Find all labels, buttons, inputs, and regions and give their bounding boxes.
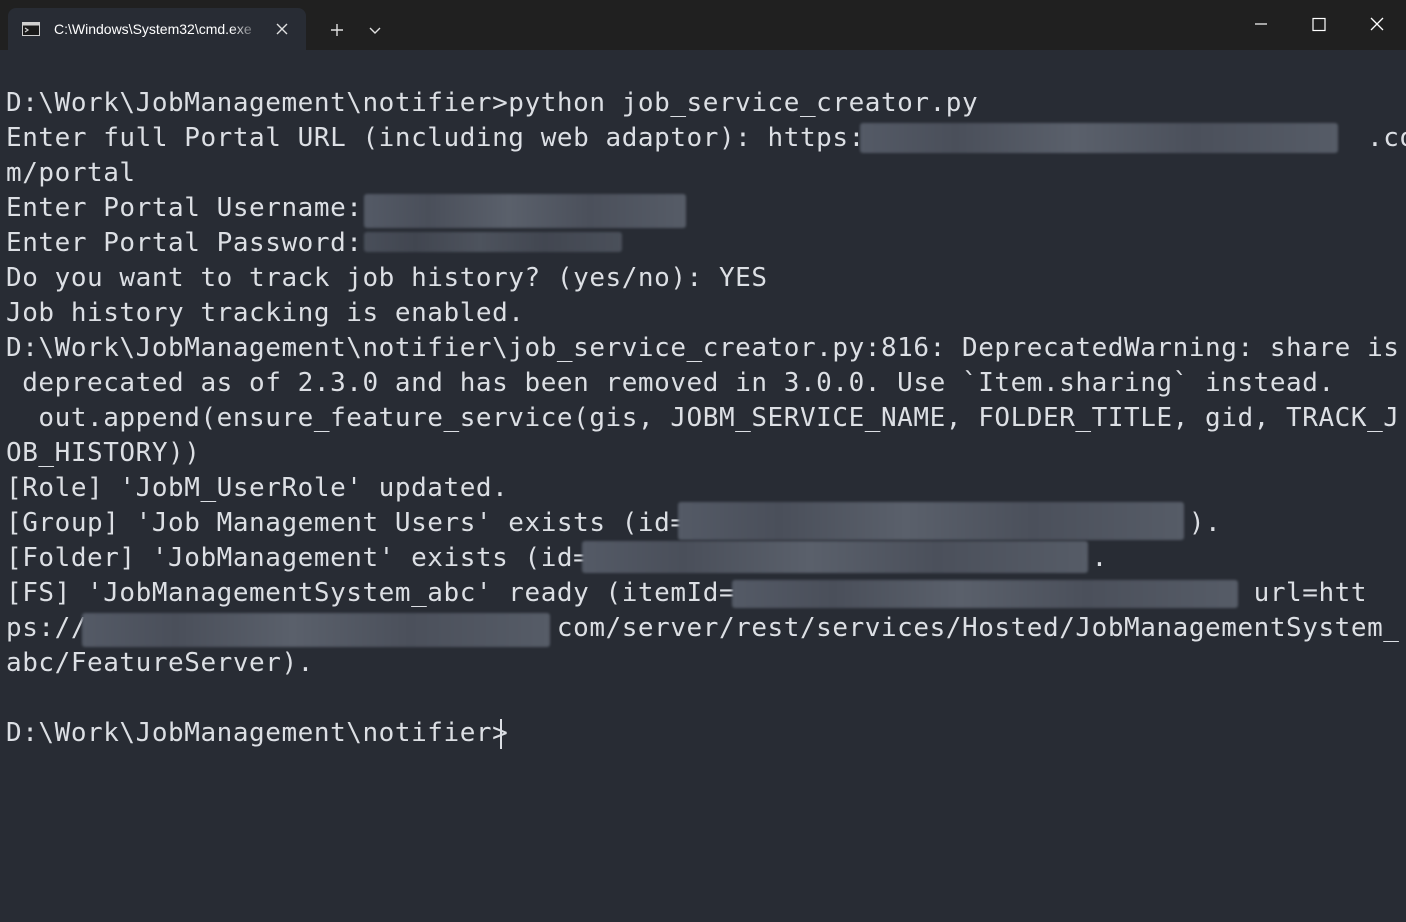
terminal-line: D:\Work\JobManagement\notifier> xyxy=(6,718,509,748)
redacted-portal-url xyxy=(860,123,1338,153)
close-icon[interactable] xyxy=(1348,0,1406,50)
terminal-line: [Role] 'JobM_UserRole' updated. xyxy=(6,473,509,503)
terminal-line: D:\Work\JobManagement\notifier\job_servi… xyxy=(6,333,1400,363)
redacted-server-host xyxy=(82,613,550,647)
terminal-window: C:\Windows\System32\cmd.exe D:\Work\JobM… xyxy=(0,0,1406,922)
redacted-group-id xyxy=(678,502,1184,540)
maximize-icon[interactable] xyxy=(1290,0,1348,50)
terminal-line: Enter Portal Password: xyxy=(6,228,379,258)
terminal-output[interactable]: D:\Work\JobManagement\notifier>python jo… xyxy=(6,86,1406,751)
redacted-password xyxy=(364,232,622,252)
minimize-icon[interactable] xyxy=(1232,0,1290,50)
terminal-line: Do you want to track job history? (yes/n… xyxy=(6,263,768,293)
terminal-line: deprecated as of 2.3.0 and has been remo… xyxy=(6,368,1335,398)
tab-title: C:\Windows\System32\cmd.exe xyxy=(54,21,252,37)
console-icon xyxy=(22,22,40,36)
terminal-line: OB_HISTORY)) xyxy=(6,438,201,468)
title-bar[interactable]: C:\Windows\System32\cmd.exe xyxy=(0,0,1406,50)
close-tab-icon[interactable] xyxy=(274,21,290,37)
redacted-folder-id xyxy=(582,541,1088,573)
terminal-line: Job history tracking is enabled. xyxy=(6,298,525,328)
text-cursor xyxy=(500,719,502,749)
terminal-line: abc/FeatureServer). xyxy=(6,648,314,678)
chevron-down-icon[interactable] xyxy=(360,15,390,45)
terminal-line: out.append(ensure_feature_service(gis, J… xyxy=(6,403,1400,433)
tab-cmd[interactable]: C:\Windows\System32\cmd.exe xyxy=(8,8,306,50)
terminal-line: Enter Portal Username: xyxy=(6,193,379,223)
redacted-username xyxy=(364,194,686,228)
terminal-line: m/portal xyxy=(6,158,136,188)
redacted-item-id xyxy=(732,580,1238,608)
terminal-line: D:\Work\JobManagement\notifier>python jo… xyxy=(6,88,979,118)
plus-icon[interactable] xyxy=(322,15,352,45)
